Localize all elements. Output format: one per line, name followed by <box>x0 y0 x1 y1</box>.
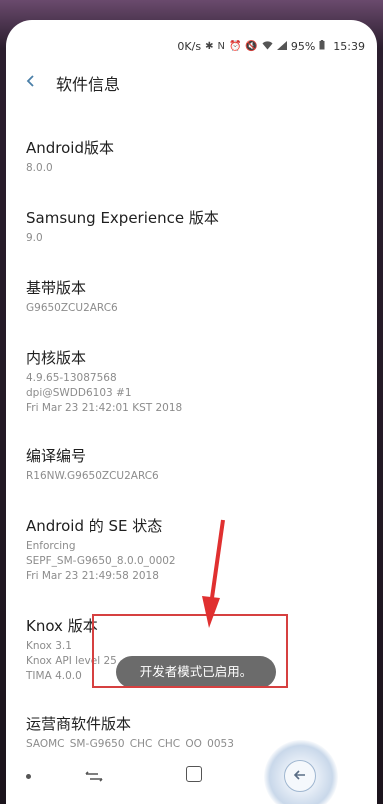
red-arrow-icon <box>202 519 225 628</box>
